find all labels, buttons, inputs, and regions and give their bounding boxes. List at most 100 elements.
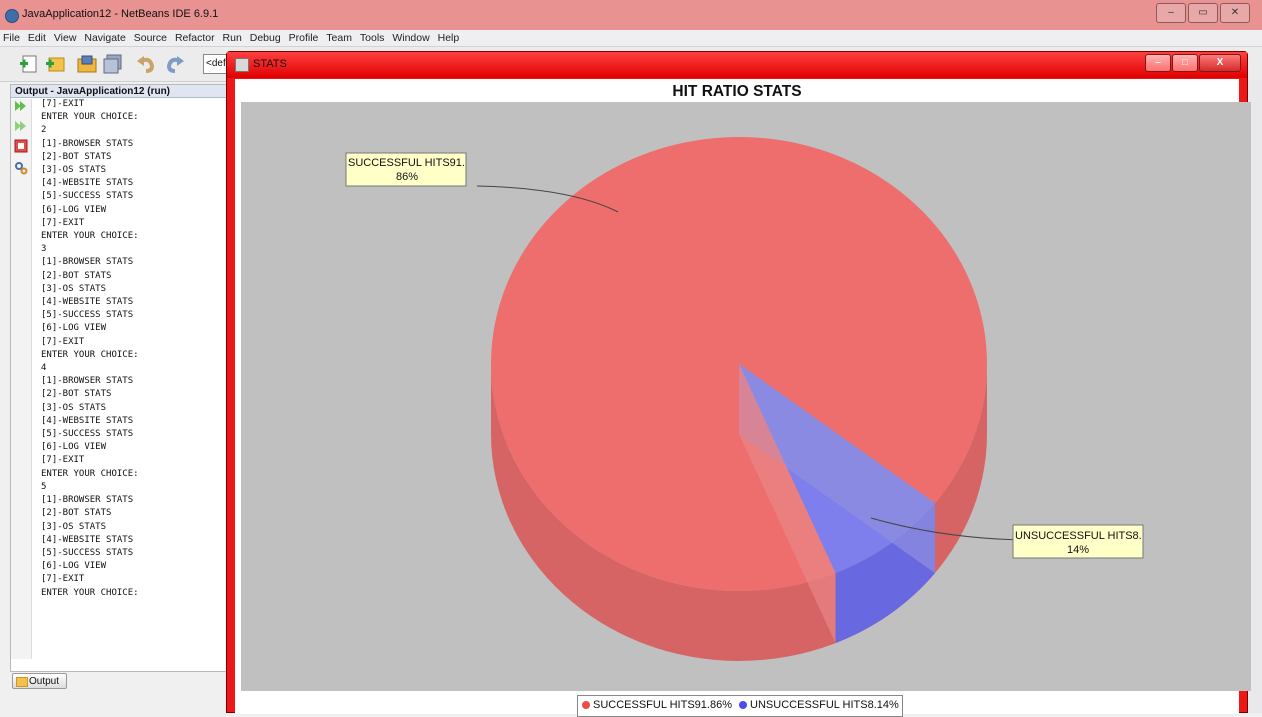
- menu-tools[interactable]: Tools: [360, 30, 385, 46]
- menu-edit[interactable]: Edit: [28, 30, 46, 46]
- legend-marker-successful: [582, 701, 590, 709]
- console-line: 4: [41, 363, 47, 374]
- netbeans-app-icon: [5, 9, 19, 23]
- output-tab-label: Output: [29, 676, 60, 687]
- console-line: [3]-OS STATS: [41, 283, 107, 294]
- chart-title: HIT RATIO STATS: [672, 83, 802, 100]
- menu-view[interactable]: View: [54, 30, 77, 46]
- ide-minimize-button[interactable]: –: [1156, 3, 1186, 23]
- output-tab[interactable]: Output: [12, 673, 67, 689]
- rerun-icon[interactable]: [14, 99, 28, 113]
- console-line: [7]-EXIT: [41, 336, 85, 347]
- console-line: ENTER YOUR CHOICE:: [41, 468, 139, 479]
- menu-file[interactable]: File: [3, 30, 20, 46]
- console-line: [3]-OS STATS: [41, 165, 107, 176]
- console-line: [6]-LOG VIEW: [41, 442, 107, 453]
- console-line: ENTER YOUR CHOICE:: [41, 231, 139, 242]
- new-project-icon[interactable]: [44, 53, 66, 75]
- menu-refactor[interactable]: Refactor: [175, 30, 215, 46]
- callout-unsuccessful-line1: UNSUCCESSFUL HITS8.: [1015, 530, 1142, 542]
- open-project-icon[interactable]: [76, 53, 98, 75]
- console-line: ENTER YOUR CHOICE:: [41, 112, 139, 123]
- console-line: [5]-SUCCESS STATS: [41, 191, 134, 202]
- legend-label-successful: SUCCESSFUL HITS91.86%: [593, 699, 732, 711]
- console-line: [1]-BROWSER STATS: [41, 495, 134, 506]
- console-line: [2]-BOT STATS: [41, 151, 112, 162]
- output-panel-title: Output - JavaApplication12 (run): [11, 85, 233, 98]
- pie-chart: SUCCESSFUL HITS91. 86% UNSUCCESSFUL HITS…: [345, 137, 1144, 661]
- console-line: [5]-SUCCESS STATS: [41, 310, 134, 321]
- console-line: 2: [41, 125, 47, 136]
- stats-window-title: STATS: [253, 58, 287, 70]
- stats-minimize-button[interactable]: –: [1145, 54, 1171, 72]
- callout-unsuccessful-line2: 14%: [1067, 544, 1089, 556]
- console-line: [4]-WEBSITE STATS: [41, 297, 134, 308]
- menu-run[interactable]: Run: [223, 30, 242, 46]
- stats-window: STATS – □ X HIT RATIO STATS SUCCESSFUL H…: [226, 51, 1251, 717]
- callout-unsuccessful: UNSUCCESSFUL HITS8. 14%: [1012, 524, 1144, 559]
- legend-marker-unsuccessful: [739, 701, 748, 709]
- ide-menu-bar: File Edit View Navigate Source Refactor …: [0, 30, 1262, 47]
- console-line: [2]-BOT STATS: [41, 270, 112, 281]
- callout-successful-line1: SUCCESSFUL HITS91.: [348, 157, 465, 169]
- undo-icon[interactable]: [135, 53, 157, 75]
- output-tab-icon: [16, 677, 28, 687]
- chart-plot-area: SUCCESSFUL HITS91. 86% UNSUCCESSFUL HITS…: [241, 102, 1251, 691]
- menu-source[interactable]: Source: [134, 30, 167, 46]
- stats-maximize-button[interactable]: □: [1172, 54, 1198, 72]
- output-side-toolbar: [11, 99, 32, 659]
- ide-window-title: JavaApplication12 - NetBeans IDE 6.9.1: [22, 8, 219, 20]
- legend-item-unsuccessful: UNSUCCESSFUL HITS8.14%: [739, 696, 899, 714]
- console-line: [1]-BROWSER STATS: [41, 257, 134, 268]
- output-settings-icon[interactable]: [14, 161, 28, 175]
- redo-icon[interactable]: [164, 53, 186, 75]
- legend-item-successful: SUCCESSFUL HITS91.86%: [582, 696, 732, 714]
- console-line: [7]-EXIT: [41, 574, 85, 585]
- callout-successful-line2: 86%: [396, 171, 418, 183]
- ide-window-controls: – ▭ ✕: [1156, 3, 1250, 23]
- menu-debug[interactable]: Debug: [250, 30, 281, 46]
- console-line: 5: [41, 481, 47, 492]
- console-line: [7]-EXIT: [41, 217, 85, 228]
- legend-label-unsuccessful: UNSUCCESSFUL HITS8.14%: [750, 699, 899, 711]
- console-line: [4]-WEBSITE STATS: [41, 534, 134, 545]
- chart-legend: SUCCESSFUL HITS91.86% UNSUCCESSFUL HITS8…: [577, 695, 903, 717]
- console-line: [6]-LOG VIEW: [41, 323, 107, 334]
- console-line: [3]-OS STATS: [41, 402, 107, 413]
- java-app-icon: [235, 58, 249, 72]
- stats-title-bar: STATS – □ X: [227, 52, 1247, 78]
- ide-close-button[interactable]: ✕: [1220, 3, 1250, 23]
- callout-successful: SUCCESSFUL HITS91. 86%: [345, 152, 467, 187]
- console-line: [4]-WEBSITE STATS: [41, 415, 134, 426]
- output-console[interactable]: [7]-EXIT ENTER YOUR CHOICE: 2 [1]-BROWSER S…: [41, 98, 231, 658]
- new-file-icon[interactable]: [18, 53, 40, 75]
- stop-icon[interactable]: [14, 139, 28, 153]
- menu-window[interactable]: Window: [392, 30, 429, 46]
- ide-title-bar: JavaApplication12 - NetBeans IDE 6.9.1 –…: [0, 0, 1262, 30]
- console-line: [6]-LOG VIEW: [41, 561, 107, 572]
- console-line: [1]-BROWSER STATS: [41, 138, 134, 149]
- ide-maximize-button[interactable]: ▭: [1188, 3, 1218, 23]
- menu-help[interactable]: Help: [438, 30, 460, 46]
- chart-panel: HIT RATIO STATS SUCCESSFUL HITS91. 86% U…: [235, 79, 1251, 717]
- menu-team[interactable]: Team: [326, 30, 352, 46]
- menu-navigate[interactable]: Navigate: [84, 30, 125, 46]
- console-line: [4]-WEBSITE STATS: [41, 178, 134, 189]
- console-line: [7]-EXIT: [41, 455, 85, 466]
- console-line: [1]-BROWSER STATS: [41, 376, 134, 387]
- stats-window-controls: – □ X: [1145, 54, 1241, 72]
- console-line: [2]-BOT STATS: [41, 389, 112, 400]
- console-line: [5]-SUCCESS STATS: [41, 547, 134, 558]
- console-line: ENTER YOUR CHOICE:: [41, 349, 139, 360]
- save-all-icon[interactable]: [102, 53, 124, 75]
- console-line: [6]-LOG VIEW: [41, 204, 107, 215]
- console-line: 3: [41, 244, 47, 255]
- console-line: ENTER YOUR CHOICE:: [41, 587, 139, 598]
- console-line: [2]-BOT STATS: [41, 508, 112, 519]
- rerun-with-options-icon[interactable]: [14, 119, 28, 133]
- console-line: [7]-EXIT: [41, 99, 85, 109]
- stats-close-button[interactable]: X: [1199, 54, 1241, 72]
- console-line: [3]-OS STATS: [41, 521, 107, 532]
- menu-profile[interactable]: Profile: [289, 30, 319, 46]
- console-line: [5]-SUCCESS STATS: [41, 429, 134, 440]
